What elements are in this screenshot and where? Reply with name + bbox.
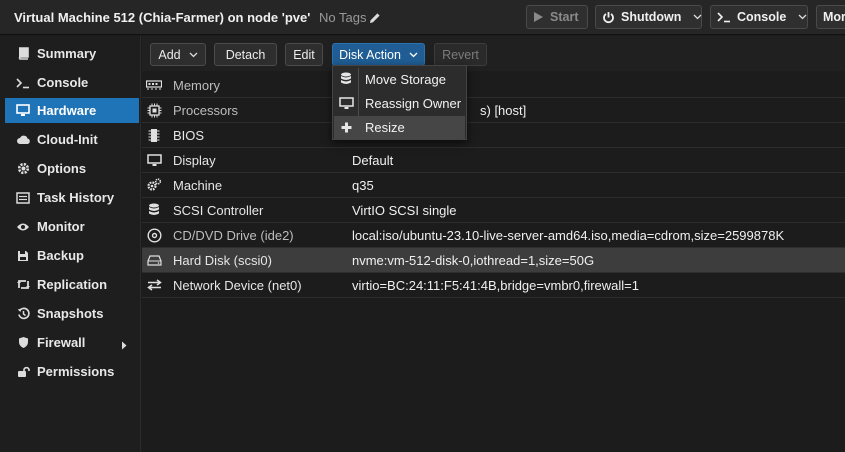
row-value: virtio=BC:24:11:F5:41:4B,bridge=vmbr0,fi… (352, 278, 639, 293)
power-icon (602, 11, 615, 24)
add-button[interactable]: Add (150, 43, 206, 66)
menu-item-resize[interactable]: Resize (334, 116, 465, 139)
title-bar: Virtual Machine 512 (Chia-Farmer) on nod… (0, 0, 845, 35)
list-icon (15, 190, 31, 206)
play-icon (533, 11, 544, 23)
desktop-icon (338, 95, 354, 111)
chevron-down-icon[interactable] (693, 14, 702, 20)
row-name: Memory (173, 78, 220, 93)
terminal-icon (717, 11, 731, 23)
row-name: Display (173, 153, 216, 168)
row-name: Machine (173, 178, 223, 193)
console-button[interactable]: Console (710, 5, 808, 29)
row-value: nvme:vm-512-disk-0,iothread=1,size=50G (352, 253, 595, 268)
chevron-down-icon (189, 52, 198, 58)
table-row[interactable]: Machine q35 (142, 173, 845, 198)
chevron-right-icon[interactable] (121, 338, 127, 353)
desktop-icon (146, 152, 162, 168)
database-icon (338, 71, 354, 87)
hardware-table: Memory Processors s) [host] BIOS Display… (142, 73, 845, 452)
table-row[interactable]: Hard Disk (scsi0) nvme:vm-512-disk-0,iot… (142, 248, 845, 273)
cloud-icon (15, 132, 31, 148)
sidebar-item-firewall[interactable]: Firewall (5, 330, 139, 355)
table-row[interactable]: SCSI Controller VirtIO SCSI single (142, 198, 845, 223)
sidebar-item-task-history[interactable]: Task History (5, 185, 139, 210)
sidebar-item-replication[interactable]: Replication (5, 272, 139, 297)
detach-button[interactable]: Detach (214, 43, 277, 66)
sidebar-item-hardware[interactable]: Hardware (5, 98, 139, 123)
sidebar-item-summary[interactable]: Summary (5, 41, 139, 66)
memory-icon (146, 77, 162, 93)
database-icon (146, 202, 162, 218)
sidebar-item-options[interactable]: Options (5, 156, 139, 181)
table-row[interactable]: Processors s) [host] (142, 98, 845, 123)
row-value: s) [host] (480, 103, 527, 118)
floppy-icon (15, 248, 31, 264)
row-name: SCSI Controller (173, 203, 264, 218)
row-value: q35 (352, 178, 374, 193)
disc-icon (146, 227, 162, 243)
disk-action-menu: Move Storage Reassign Owner Resize (332, 65, 467, 140)
row-name: Hard Disk (scsi0) (173, 253, 272, 268)
shield-icon (15, 335, 31, 351)
row-value: local:iso/ubuntu-23.10-live-server-amd64… (352, 228, 785, 243)
history-icon (15, 306, 31, 322)
row-name: BIOS (173, 128, 205, 143)
retweet-icon (15, 277, 31, 293)
table-row[interactable]: Memory (142, 73, 845, 98)
sidebar-item-cloud-init[interactable]: Cloud-Init (5, 127, 139, 152)
tags-editor[interactable]: No Tags (319, 10, 381, 27)
pencil-icon[interactable] (369, 12, 381, 27)
eye-icon (15, 219, 31, 235)
sidebar-item-console[interactable]: Console (5, 70, 139, 95)
table-row[interactable]: Network Device (net0) virtio=BC:24:11:F5… (142, 273, 845, 298)
sidebar-item-backup[interactable]: Backup (5, 243, 139, 268)
gear-icon (15, 161, 31, 177)
table-row[interactable]: BIOS (142, 123, 845, 148)
hdd-icon (146, 252, 162, 268)
row-value: Default (352, 153, 394, 168)
sidebar-nav: Summary Console Hardware Cloud-Init Opti… (0, 36, 141, 452)
menu-item-move-storage[interactable]: Move Storage (334, 68, 465, 91)
unlock-icon (15, 364, 31, 380)
cogs-icon (146, 177, 162, 193)
tags-label: No Tags (319, 10, 367, 25)
row-name: Processors (173, 103, 239, 118)
disk-action-button[interactable]: Disk Action (332, 43, 425, 66)
row-value: VirtIO SCSI single (352, 203, 457, 218)
microchip-icon (146, 127, 162, 143)
more-button[interactable]: Mor (816, 5, 845, 29)
shutdown-button[interactable]: Shutdown (595, 5, 702, 29)
hardware-toolbar: Add Detach Edit Disk Action Revert (142, 36, 845, 71)
sidebar-item-snapshots[interactable]: Snapshots (5, 301, 139, 326)
sidebar-item-permissions[interactable]: Permissions (5, 359, 139, 384)
book-icon (15, 46, 31, 62)
vm-title: Virtual Machine 512 (Chia-Farmer) on nod… (14, 10, 311, 25)
edit-button[interactable]: Edit (285, 43, 323, 66)
table-row[interactable]: CD/DVD Drive (ide2) local:iso/ubuntu-23.… (142, 223, 845, 248)
chevron-down-icon (409, 52, 418, 58)
menu-item-reassign-owner[interactable]: Reassign Owner (334, 92, 465, 115)
exchange-icon (146, 277, 162, 293)
sidebar-item-monitor[interactable]: Monitor (5, 214, 139, 239)
plus-icon (338, 119, 354, 135)
row-name: Network Device (net0) (173, 278, 302, 293)
revert-button[interactable]: Revert (434, 43, 487, 66)
chevron-down-icon[interactable] (798, 14, 807, 20)
start-button[interactable]: Start (526, 5, 588, 29)
cpu-icon (146, 102, 162, 118)
desktop-icon (15, 103, 31, 119)
row-name: CD/DVD Drive (ide2) (173, 228, 294, 243)
table-row[interactable]: Display Default (142, 148, 845, 173)
terminal-icon (15, 75, 31, 91)
